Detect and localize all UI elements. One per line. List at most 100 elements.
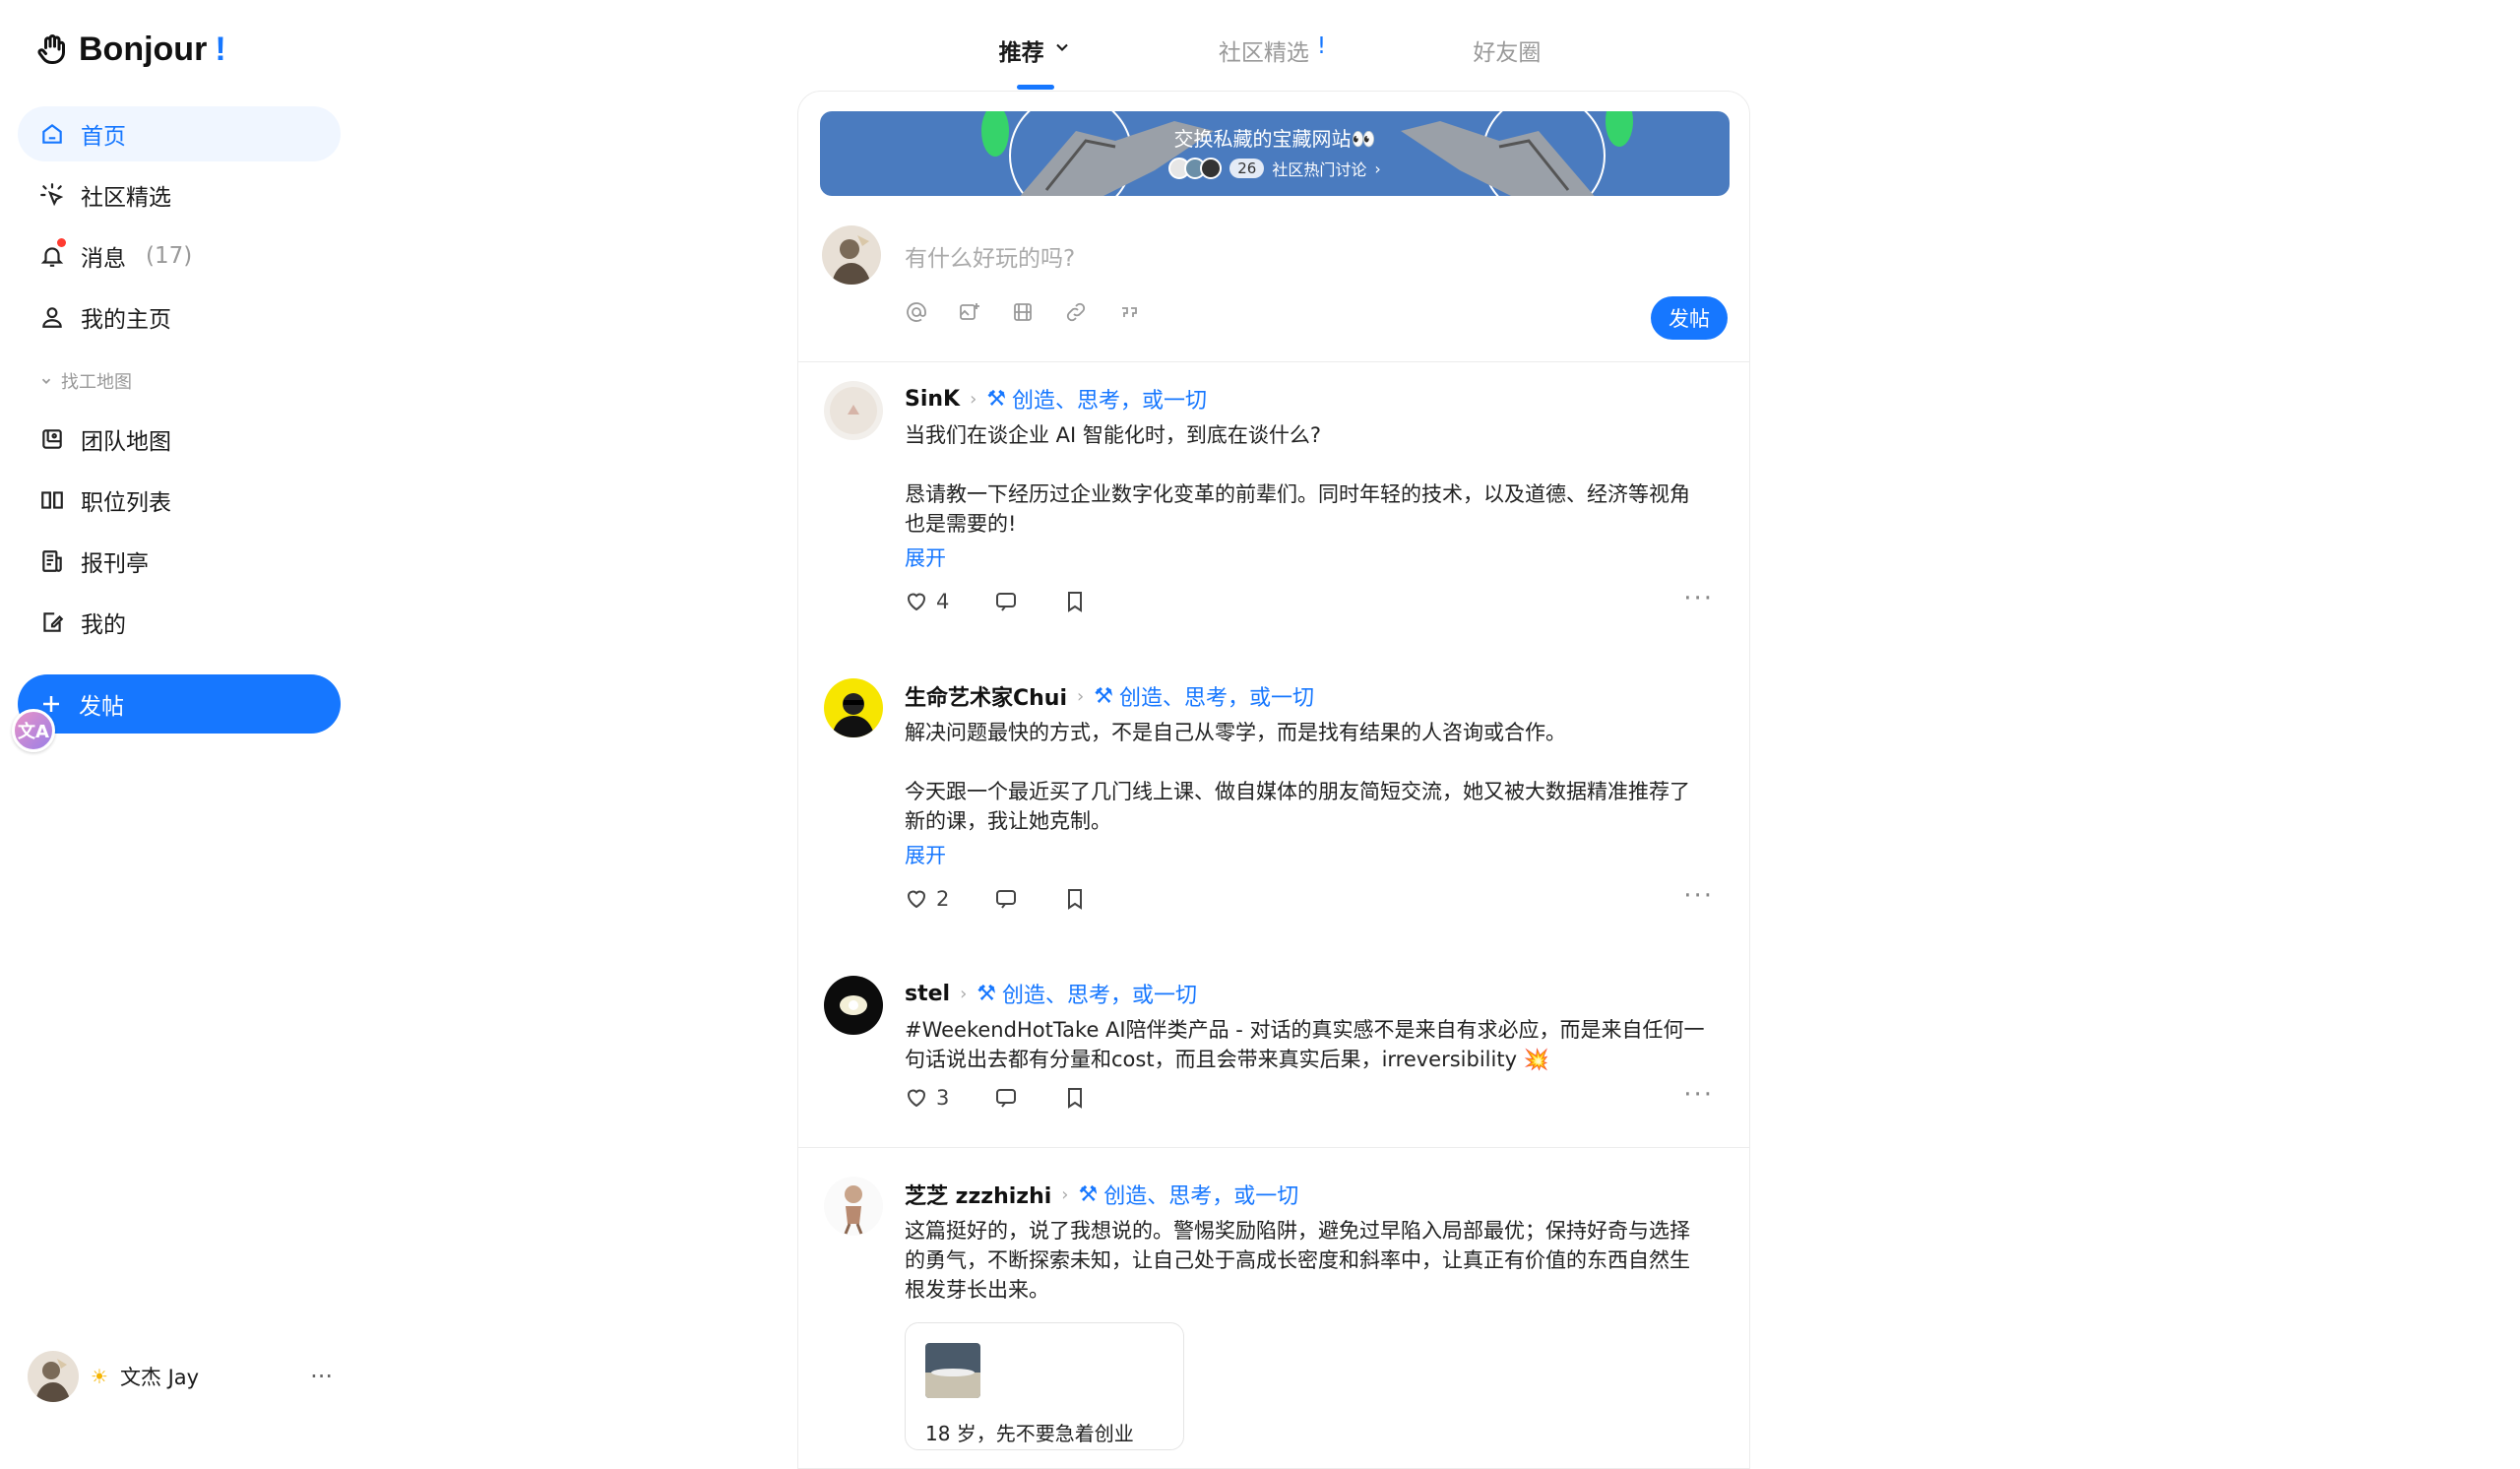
post-body-line: 新的课，我让她克制。 — [905, 809, 1111, 833]
sidebar-group-job-map[interactable]: 找工地图 — [39, 368, 132, 394]
heart-icon — [907, 1089, 926, 1108]
chevron-right-icon: › — [1061, 1183, 1069, 1205]
banner-title: 交换私藏的宝藏网站👀 — [1173, 127, 1376, 151]
like-count: 2 — [936, 887, 950, 911]
sidebar-item-profile[interactable]: 我的主页 — [18, 289, 341, 345]
current-user[interactable]: ☀ 文杰 Jay ··· — [28, 1349, 333, 1404]
avatar — [28, 1351, 79, 1402]
edit-icon — [43, 612, 64, 632]
composer-toolbar — [905, 300, 1141, 324]
post-header: SinK › ⚒ 创造、思考，或一切 — [905, 383, 1207, 415]
sidebar-item-label: 首页 — [81, 124, 126, 150]
translate-icon[interactable]: 文A — [12, 709, 55, 752]
post-body-line: 恳请教一下经历过企业数字化变革的前辈们。同时年轻的技术，以及道德、经济等视角 — [905, 482, 1690, 506]
post-header: 芝芝 zzzhizhi › ⚒ 创造、思考，或一切 — [905, 1179, 1298, 1210]
send-post-button[interactable]: 发帖 — [1651, 296, 1728, 340]
hammer-icon: ⚒ — [1078, 1182, 1099, 1207]
post-body-line: #WeekendHotTake AI陪伴类产品 - 对话的真实感不是来自有求必应… — [905, 1018, 1705, 1042]
tab-mark: ! — [1316, 33, 1327, 59]
avatar — [822, 225, 881, 285]
chevron-right-icon: › — [960, 983, 968, 1004]
bookmark-button[interactable] — [1063, 887, 1087, 911]
sidebar-item-label: 报刊亭 — [81, 551, 149, 577]
comment-icon — [996, 1089, 1017, 1108]
author-name[interactable]: 芝芝 zzzhizhi — [905, 1179, 1051, 1210]
sidebar-item-messages[interactable]: 消息 (17) — [18, 228, 341, 284]
image-icon[interactable] — [958, 300, 981, 324]
topic-link[interactable]: ⚒ 创造、思考，或一切 — [1094, 680, 1314, 712]
comment-button[interactable] — [994, 590, 1018, 613]
home-icon — [42, 123, 62, 144]
logo[interactable]: Bonjour! — [35, 28, 226, 71]
bookmark-button[interactable] — [1063, 1086, 1087, 1110]
author-name[interactable]: SinK — [905, 387, 960, 412]
tab-label: 社区精选 — [1218, 40, 1309, 66]
sparkle-icon — [40, 183, 64, 207]
tab-recommended[interactable]: 推荐 — [999, 28, 1072, 98]
bookmark-button[interactable] — [1063, 590, 1087, 613]
expand-link[interactable]: 展开 — [905, 543, 946, 572]
chevron-right-icon: › — [970, 388, 977, 410]
post-title: 当我们在谈企业 AI 智能化时，到底在谈什么? — [905, 423, 1322, 447]
post-actions: 2 — [905, 887, 1087, 911]
post-header: 生命艺术家Chui › ⚒ 创造、思考，或一切 — [905, 680, 1314, 712]
link-icon[interactable] — [1064, 300, 1088, 324]
new-post-button[interactable]: 发帖 — [18, 674, 341, 734]
sidebar-item-jobs[interactable]: 职位列表 — [18, 473, 341, 528]
hammer-icon: ⚒ — [1094, 683, 1113, 709]
sidebar-item-mine[interactable]: 我的 — [18, 595, 341, 650]
composer-input[interactable]: 有什么好玩的吗? — [905, 239, 1075, 273]
post-actions: 3 — [905, 1086, 1087, 1110]
group-label: 找工地图 — [61, 372, 132, 393]
quote-icon[interactable] — [1117, 300, 1141, 324]
waving-hand-icon — [37, 34, 65, 64]
avatar[interactable] — [824, 976, 883, 1035]
comment-button[interactable] — [994, 1086, 1018, 1110]
topic-link[interactable]: ⚒ 创造、思考，或一切 — [1079, 1179, 1299, 1210]
sidebar-item-team-map[interactable]: 团队地图 — [18, 412, 341, 467]
banner-subline: 26 社区热门讨论 › — [820, 157, 1730, 180]
avatar-stack — [1168, 158, 1223, 179]
logo-text: Bonjour — [79, 30, 208, 68]
sidebar-item-newsstand[interactable]: 报刊亭 — [18, 534, 341, 589]
post-body-line: 句话说出去都有分量和cost，而且会带来真实后果，irreversibility… — [905, 1048, 1549, 1071]
more-options-button[interactable]: ··· — [1683, 584, 1714, 613]
card-thumbnail — [925, 1343, 980, 1398]
bookmark-icon — [1068, 889, 1083, 910]
sidebar-item-label: 我的 — [81, 612, 126, 638]
bookmark-icon — [1068, 592, 1083, 612]
banner-link[interactable]: 社区热门讨论 — [1272, 157, 1366, 180]
sidebar-item-community[interactable]: 社区精选 — [18, 167, 341, 223]
tab-label: 好友圈 — [1473, 40, 1542, 66]
more-options-button[interactable]: ··· — [1683, 881, 1714, 911]
comment-button[interactable] — [994, 887, 1018, 911]
mention-icon[interactable] — [905, 300, 928, 324]
sidebar-item-label: 职位列表 — [81, 490, 171, 516]
post-actions: 4 — [905, 590, 1087, 613]
user-icon — [42, 307, 62, 328]
like-button[interactable]: 2 — [905, 887, 949, 911]
avatar[interactable] — [824, 381, 883, 440]
topic-label: 创造、思考，或一切 — [1012, 389, 1208, 414]
comment-icon — [996, 593, 1017, 611]
tab-friends[interactable]: 好友圈 — [1473, 28, 1541, 98]
link-card[interactable]: 18 岁，先不要急着创业 — [905, 1322, 1184, 1450]
author-name[interactable]: stel — [905, 982, 950, 1006]
author-name[interactable]: 生命艺术家Chui — [905, 680, 1067, 712]
sidebar-item-label: 我的主页 — [81, 307, 171, 333]
sidebar-item-home[interactable]: 首页 — [18, 106, 341, 161]
avatar[interactable] — [824, 678, 883, 737]
banner[interactable]: 交换私藏的宝藏网站👀 26 社区热门讨论 › — [820, 111, 1730, 196]
feed-tabs: 推荐 社区精选! 好友圈 — [925, 28, 1614, 98]
topic-link[interactable]: ⚒ 创造、思考，或一切 — [986, 383, 1207, 415]
tab-community-picks[interactable]: 社区精选! — [1219, 28, 1326, 98]
divider — [798, 361, 1749, 362]
topic-link[interactable]: ⚒ 创造、思考，或一切 — [976, 978, 1197, 1009]
film-icon[interactable] — [1011, 300, 1035, 324]
expand-link[interactable]: 展开 — [905, 840, 946, 869]
avatar[interactable] — [824, 1177, 883, 1236]
like-button[interactable]: 3 — [905, 1086, 949, 1110]
more-options-button[interactable]: ··· — [1683, 1080, 1714, 1110]
more-options-button[interactable]: ··· — [310, 1363, 333, 1390]
like-button[interactable]: 4 — [905, 590, 949, 613]
